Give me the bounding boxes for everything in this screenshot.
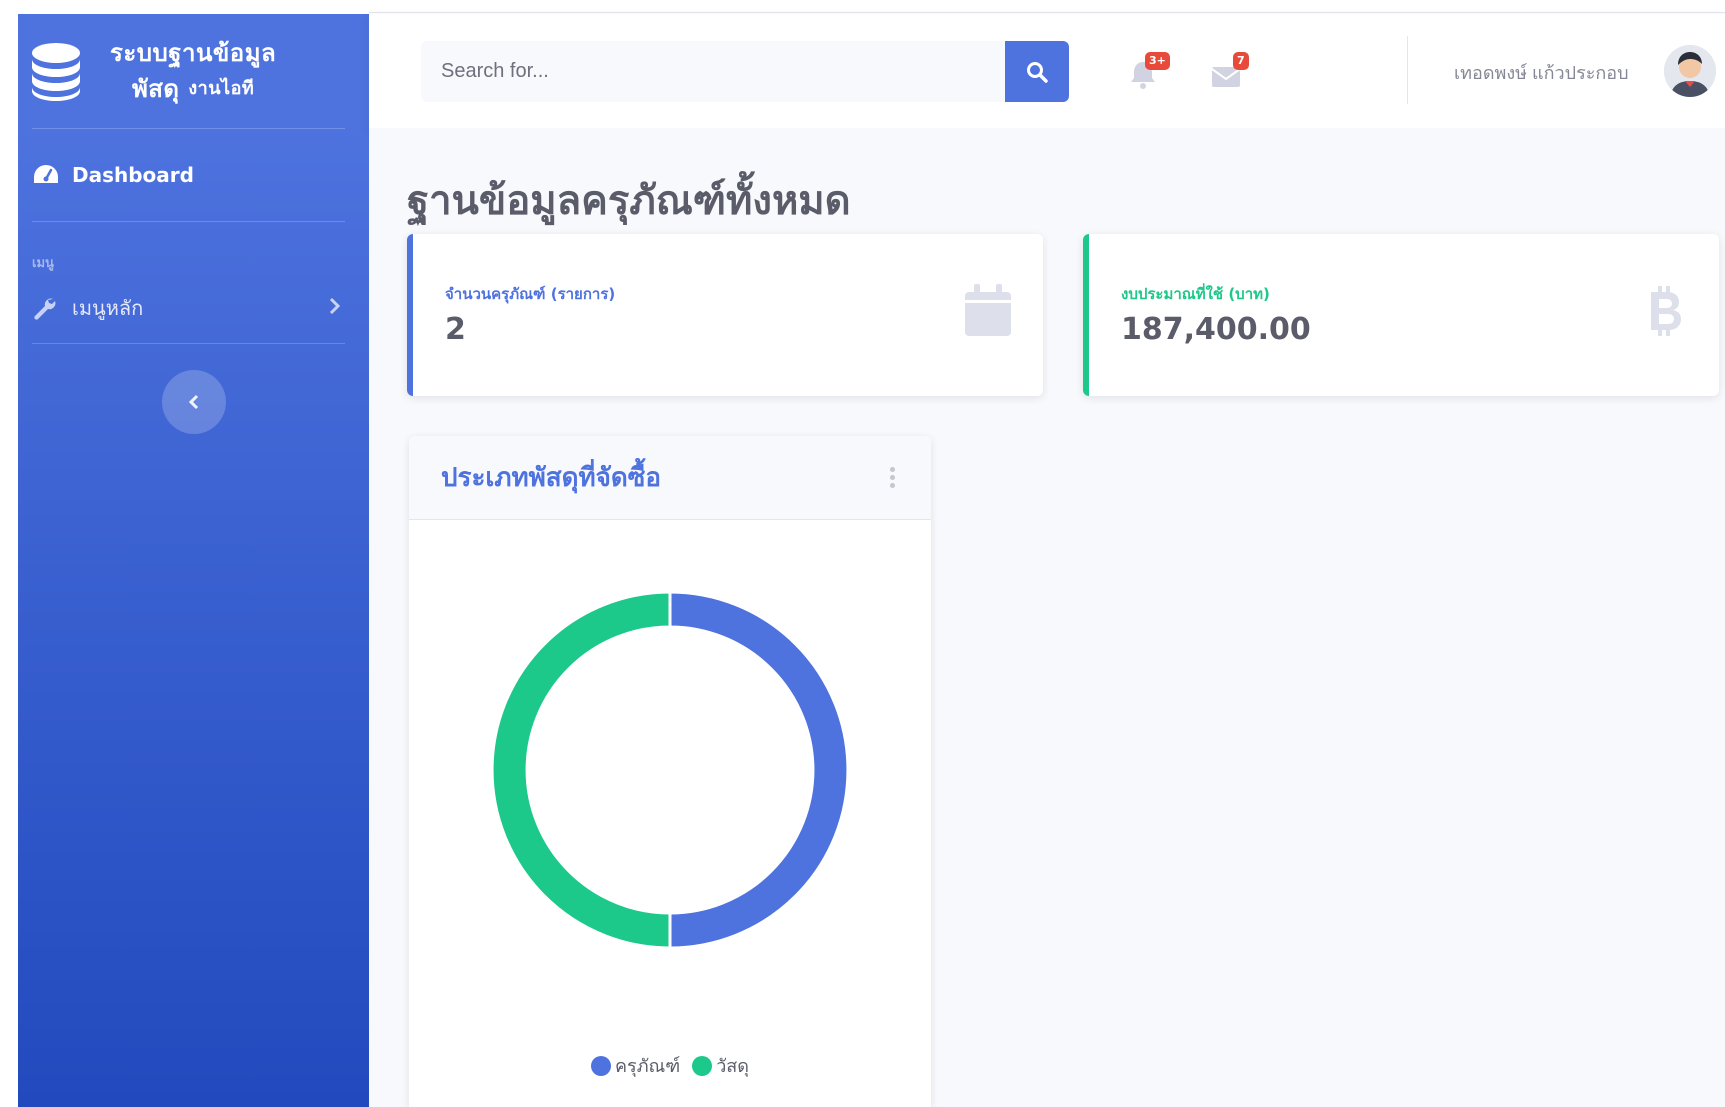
legend-dot — [590, 1055, 611, 1076]
chart-title: ประเภทพัสดุที่จัดซื้อ — [441, 463, 662, 493]
search-input[interactable] — [421, 41, 1005, 102]
stat-card-equipment-count: จำนวนครุภัณฑ์ (รายการ) 2 — [407, 234, 1043, 396]
sidebar-item-label: Dashboard — [72, 163, 194, 187]
user-avatar-icon — [1664, 45, 1716, 97]
chevron-left-icon — [188, 394, 198, 410]
sidebar-brand[interactable]: ระบบฐานข้อมูล พัสดุ งานไอที — [18, 14, 369, 128]
alerts-button[interactable]: 3+ — [1129, 52, 1177, 92]
chart-card: ประเภทพัสดุที่จัดซื้อ ครุภัณฑ์ วัสดุ — [409, 436, 931, 1107]
brand-line2: พัสดุ งานไอที — [110, 71, 276, 107]
stat-accent-bar — [407, 234, 413, 396]
stat-value: 2 — [445, 312, 466, 347]
legend-dot — [692, 1055, 713, 1076]
sidebar-item-main-menu[interactable]: เมนูหลัก — [18, 273, 369, 343]
avatar[interactable] — [1664, 45, 1716, 97]
legend-item[interactable]: ครุภัณฑ์ — [590, 1051, 681, 1080]
brand-line2-sup: งานไอที — [188, 78, 255, 99]
donut-slice-1[interactable] — [490, 590, 672, 950]
chart-card-header: ประเภทพัสดุที่จัดซื้อ — [409, 436, 931, 520]
topbar-divider — [1407, 36, 1408, 104]
database-icon — [32, 43, 80, 101]
stat-label: งบประมาณที่ใช้ (บาท) — [1121, 285, 1270, 303]
calendar-icon — [965, 284, 1011, 336]
more-options-icon[interactable] — [890, 467, 895, 488]
legend-label: วัสดุ — [716, 1056, 749, 1077]
alerts-badge: 3+ — [1145, 52, 1170, 70]
stat-accent-bar — [1083, 234, 1089, 396]
bitcoin-icon — [1651, 286, 1681, 336]
sidebar-item-label: เมนูหลัก — [72, 296, 144, 320]
topbar: 3+ 7 เทอดพงษ์ แก้วประกอบ — [369, 14, 1725, 128]
search-button[interactable] — [1005, 41, 1069, 102]
messages-button[interactable]: 7 — [1211, 52, 1259, 92]
stat-card-budget: งบประมาณที่ใช้ (บาท) 187,400.00 — [1083, 234, 1719, 396]
sidebar-item-dashboard[interactable]: Dashboard — [18, 129, 369, 221]
stat-value: 187,400.00 — [1121, 312, 1311, 347]
sidebar-divider — [32, 343, 345, 344]
tachometer-icon — [32, 161, 60, 189]
messages-badge: 7 — [1233, 52, 1249, 70]
brand-line2-main: พัสดุ — [131, 74, 180, 103]
stat-label: จำนวนครุภัณฑ์ (รายการ) — [445, 285, 616, 303]
wrench-icon — [32, 294, 60, 322]
donut-slice-0[interactable] — [668, 590, 850, 950]
legend-item[interactable]: วัสดุ — [692, 1051, 749, 1080]
page-title: ฐานข้อมูลครุภัณฑ์ทั้งหมด — [407, 177, 851, 224]
search-icon — [1027, 61, 1048, 83]
search-form — [421, 41, 1069, 102]
donut-chart — [490, 590, 850, 950]
user-name[interactable]: เทอดพงษ์ แก้วประกอบ — [1454, 58, 1629, 87]
brand-line1: ระบบฐานข้อมูล — [110, 38, 277, 67]
main-content: ฐานข้อมูลครุภัณฑ์ทั้งหมด จำนวนครุภัณฑ์ (… — [369, 128, 1725, 1107]
legend-label: ครุภัณฑ์ — [614, 1056, 681, 1077]
top-border — [369, 12, 1725, 13]
sidebar-toggle-button[interactable] — [161, 370, 226, 434]
chevron-right-icon — [329, 296, 341, 320]
sidebar-heading: เมนู — [32, 256, 54, 271]
brand-title: ระบบฐานข้อมูล พัสดุ งานไอที — [110, 35, 276, 107]
chart-legend: ครุภัณฑ์ วัสดุ — [409, 1051, 931, 1080]
sidebar: ระบบฐานข้อมูล พัสดุ งานไอที Dashboard เม… — [18, 14, 369, 1107]
